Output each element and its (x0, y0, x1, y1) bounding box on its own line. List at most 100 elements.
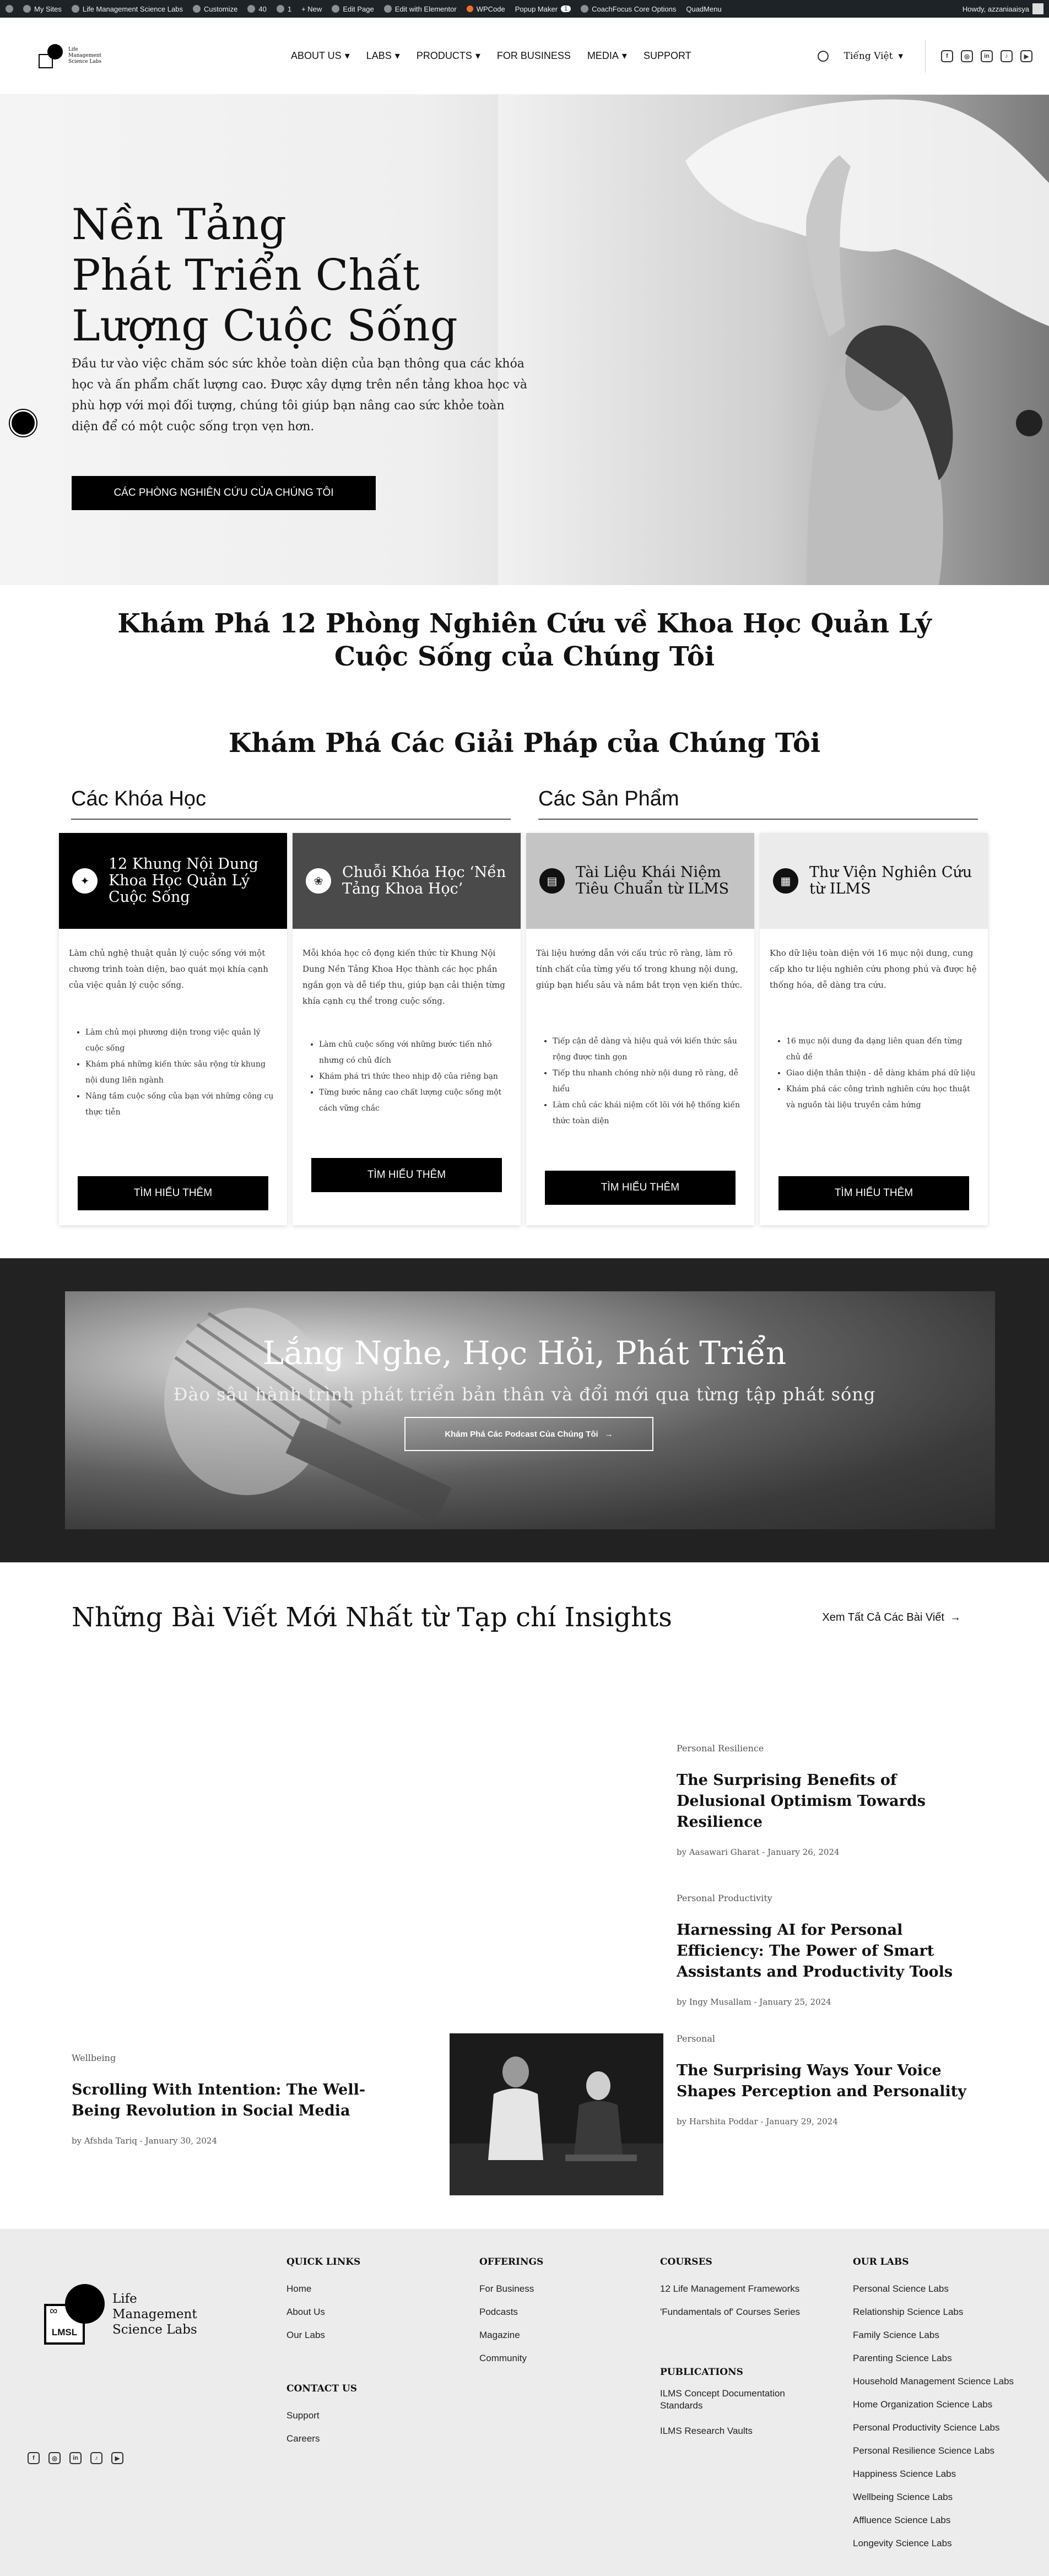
post-card[interactable]: Personal The Surprising Ways Your Voice … (677, 2033, 985, 2126)
learn-more-button[interactable]: TÌM HIỂU THÊM (778, 1176, 969, 1210)
footer-link[interactable]: Home (286, 2277, 360, 2301)
nav-for-business[interactable]: FOR BUSINESS (497, 50, 571, 62)
site-logo[interactable]: Life Management Science Labs (39, 44, 215, 68)
linkedin-icon[interactable]: in (981, 50, 993, 62)
ab-popup-maker[interactable]: Popup Maker 1 (515, 5, 571, 13)
footer-quick-links: QUICK LINKS Home About Us Our Labs (286, 2256, 360, 2347)
footer-link[interactable]: Community (479, 2347, 543, 2370)
footer-link[interactable]: ILMS Concept Documentation Standards (660, 2388, 820, 2412)
footer-link[interactable]: Parenting Science Labs (853, 2347, 1040, 2370)
card-desc: Tài liệu hướng dẫn với cấu trúc rõ ràng,… (536, 948, 743, 990)
footer-contact-us: CONTACT US Support Careers (286, 2383, 357, 2450)
logo-text: Life Management Science Labs (68, 47, 102, 64)
hero: Nền Tảng Phát Triển Chất Lượng Cuộc Sống… (0, 95, 1049, 585)
footer-link[interactable]: Longevity Science Labs (853, 2532, 1040, 2555)
language-switcher[interactable]: Tiếng Việt ▾ (844, 40, 926, 73)
post-thumbnail[interactable] (450, 2033, 663, 2195)
sites-icon (23, 5, 31, 13)
ab-comments[interactable]: 1 (276, 5, 291, 13)
youtube-icon[interactable]: ▶ (111, 2452, 123, 2464)
ab-customize[interactable]: Customize (192, 5, 237, 13)
list-item: Giao diện thân thiện - dễ dàng khám phá … (786, 1065, 978, 1081)
footer-link[interactable]: Personal Science Labs (853, 2277, 1040, 2301)
footer-link[interactable]: Wellbeing Science Labs (853, 2486, 1040, 2509)
footer-link[interactable]: 12 Life Management Frameworks (660, 2277, 820, 2301)
footer-brand-name: Life Management Science Labs (112, 2292, 197, 2337)
learn-more-button[interactable]: TÌM HIỂU THÊM (311, 1158, 502, 1192)
network-icon: ✦ (72, 868, 98, 894)
nav-support[interactable]: SUPPORT (644, 50, 691, 62)
ab-updates[interactable]: 40 (247, 5, 267, 13)
ab-coachfocus[interactable]: CoachFocus Core Options (581, 5, 676, 13)
globe-icon[interactable] (817, 51, 829, 62)
post-meta: by Aasawari Gharat - January 26, 2024 (677, 1847, 840, 1857)
learn-more-button[interactable]: TÌM HIỂU THÊM (545, 1171, 736, 1205)
footer-link[interactable]: Happiness Science Labs (853, 2463, 1040, 2486)
arrow-right-icon: → (604, 1429, 613, 1439)
youtube-icon[interactable]: ▶ (1020, 50, 1032, 62)
nav-labs[interactable]: LABS ▾ (366, 50, 400, 62)
footer-link[interactable]: ILMS Research Vaults (660, 2420, 820, 2443)
card-list: Làm chủ mọi phương diện trong việc quản … (59, 1025, 287, 1121)
facebook-icon[interactable]: f (941, 50, 953, 62)
nav-about-us[interactable]: ABOUT US ▾ (291, 50, 350, 62)
ab-edit-page[interactable]: Edit Page (332, 5, 374, 13)
podcast-title: Lắng Nghe, Học Hỏi, Phát Triển (262, 1334, 787, 1372)
card-title: Chuỗi Khóa Học ‘Nền Tảng Khoa Học’ (342, 864, 506, 897)
footer-link[interactable]: For Business (479, 2277, 543, 2301)
facebook-icon[interactable]: f (28, 2452, 40, 2464)
labs-button[interactable]: CÁC PHÒNG NGHIÊN CỨU CỦA CHÚNG TÔI (72, 476, 376, 510)
refresh-icon (247, 5, 256, 13)
footer-link[interactable]: Magazine (479, 2324, 543, 2347)
ab-elementor[interactable]: Edit with Elementor (383, 5, 457, 13)
post-card[interactable]: Wellbeing Scrolling With Intention: The … (72, 2053, 380, 2146)
footer-link[interactable]: About Us (286, 2301, 360, 2324)
tiktok-icon[interactable]: ♪ (90, 2452, 102, 2464)
footer-link[interactable]: Home Organization Science Labs (853, 2393, 1040, 2416)
footer-link[interactable]: Family Science Labs (853, 2324, 1040, 2347)
post-card[interactable]: Personal Productivity Harnessing AI for … (677, 1893, 985, 2007)
card-fundamentals: ❀ Chuỗi Khóa Học ‘Nền Tảng Khoa Học’ Mỗi… (293, 833, 521, 1225)
instagram-icon[interactable]: ◎ (48, 2452, 61, 2464)
ab-quadmenu[interactable]: QuadMenu (686, 5, 721, 13)
card-documentation: ▤ Tài Liệu Khái Niệm Tiêu Chuẩn từ ILMS … (526, 833, 754, 1225)
list-item: Tiếp thu nhanh chóng nhờ nội dung rõ ràn… (553, 1065, 744, 1097)
learn-more-button[interactable]: TÌM HIỂU THÊM (78, 1176, 268, 1210)
nav-products[interactable]: PRODUCTS ▾ (417, 50, 480, 62)
footer-link[interactable]: Household Management Science Labs (853, 2370, 1040, 2393)
list-item: Nâng tầm cuộc sống của bạn với những côn… (85, 1089, 277, 1121)
footer-link[interactable]: Our Labs (286, 2324, 360, 2347)
linkedin-icon[interactable]: in (69, 2452, 82, 2464)
ab-wp-logo[interactable] (6, 5, 13, 13)
footer-link[interactable]: Podcasts (479, 2301, 543, 2324)
footer-link[interactable]: Personal Resilience Science Labs (853, 2439, 1040, 2463)
post-title: Harnessing AI for Personal Efficiency: T… (677, 1922, 953, 1980)
card-desc: Làm chủ nghệ thuật quản lý cuộc sống với… (69, 948, 268, 990)
view-all-posts-link[interactable]: Xem Tất Cả Các Bài Viết → (822, 1611, 961, 1624)
accessibility-icon[interactable] (10, 410, 36, 436)
avatar (1032, 3, 1043, 14)
chat-icon[interactable] (1016, 410, 1042, 436)
post-card[interactable]: Personal Resilience The Surprising Benef… (677, 1743, 985, 1857)
list-item: Làm chủ mọi phương diện trong việc quản … (85, 1025, 277, 1057)
ab-wpcode[interactable]: WPCode (466, 5, 505, 13)
footer-link[interactable]: Support (286, 2404, 357, 2427)
ab-new[interactable]: + New (301, 5, 322, 13)
card-title: Thư Viện Nghiên Cứu từ ILMS (809, 864, 972, 897)
footer-link[interactable]: Affluence Science Labs (853, 2509, 1040, 2532)
footer-link[interactable]: 'Fundamentals of' Courses Series (660, 2301, 820, 2324)
tiktok-icon[interactable]: ♪ (1001, 50, 1013, 62)
instagram-icon[interactable]: ◎ (961, 50, 973, 62)
card-title: Tài Liệu Khái Niệm Tiêu Chuẩn từ ILMS (576, 864, 729, 897)
footer-logo[interactable]: LMSL ∞ Life Management Science Labs (44, 2284, 223, 2345)
pencil-icon (332, 5, 340, 13)
ab-my-sites[interactable]: My Sites (23, 5, 62, 13)
ab-site-name[interactable]: Life Management Science Labs (71, 5, 183, 13)
ab-howdy[interactable]: Howdy, azzaniaaisya (963, 3, 1043, 14)
post-category: Personal Productivity (677, 1893, 772, 1903)
footer-link[interactable]: Relationship Science Labs (853, 2301, 1040, 2324)
explore-podcasts-button[interactable]: Khám Phá Các Podcast Của Chúng Tôi → (404, 1417, 653, 1451)
footer-link[interactable]: Personal Productivity Science Labs (853, 2416, 1040, 2439)
footer-link[interactable]: Careers (286, 2427, 357, 2450)
nav-media[interactable]: MEDIA ▾ (587, 50, 627, 62)
